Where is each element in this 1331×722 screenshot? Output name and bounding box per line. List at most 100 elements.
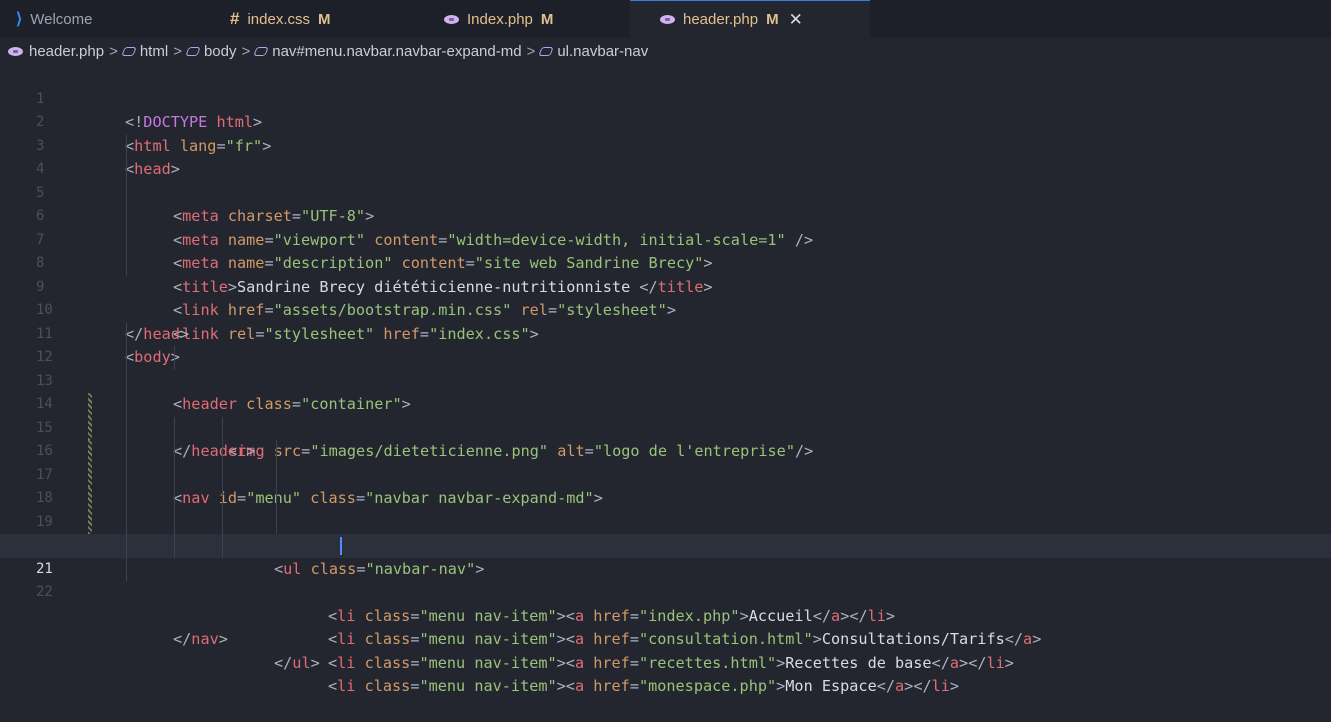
- vscode-icon: ⟩: [16, 11, 23, 28]
- breadcrumb-item[interactable]: nav#menu.navbar.navbar-expand-md: [272, 43, 521, 60]
- code-line[interactable]: 2 <html lang="fr">: [0, 88, 1331, 155]
- element-icon: [538, 46, 554, 56]
- indent-guide: [174, 510, 175, 534]
- indent-guide: [126, 228, 127, 252]
- code-line[interactable]: 9 <link rel="stylesheet" href="index.css…: [0, 252, 1331, 343]
- tab-label: Index.php: [467, 10, 533, 28]
- code-text: <li class="menu nav-item"><a href="index…: [328, 606, 896, 625]
- indent-guide: [126, 557, 127, 581]
- modified-gutter-marker: [88, 393, 92, 417]
- code-text: </ul>: [274, 653, 320, 672]
- breadcrumb-item[interactable]: header.php: [29, 43, 104, 60]
- modified-gutter-marker: [88, 510, 92, 534]
- indent-guide: [126, 181, 127, 205]
- php-icon: [660, 15, 675, 24]
- code-text: </nav>: [173, 630, 228, 648]
- code-line[interactable]: 17 <li class="menu nav-item"><a href="in…: [0, 440, 1331, 625]
- indent-guide: [222, 487, 223, 511]
- code-line[interactable]: 11 <body>: [0, 299, 1331, 367]
- code-line[interactable]: 1 <!DOCTYPE html>: [0, 64, 1331, 132]
- indent-guide: [222, 534, 223, 558]
- indent-guide: [276, 440, 277, 464]
- indent-guide: [126, 440, 127, 464]
- code-text: <li class="menu nav-item"><a href="recet…: [328, 653, 1014, 672]
- code-line[interactable]: 20 <li class="menu nav-item"><a href="mo…: [0, 510, 1331, 695]
- indent-guide: [126, 252, 127, 276]
- indent-guide: [276, 510, 277, 534]
- breadcrumb-item[interactable]: ul.navbar-nav: [557, 43, 648, 60]
- indent-guide: [126, 205, 127, 229]
- tab-header-php[interactable]: header.php M ✕: [630, 0, 870, 38]
- code-line[interactable]: 16 <ul class="navbar-nav">: [0, 416, 1331, 578]
- chevron-right-icon: >: [526, 42, 536, 60]
- tab-label: index.css: [247, 10, 310, 28]
- breadcrumb-item[interactable]: html: [140, 43, 168, 60]
- modified-gutter-marker: [88, 487, 92, 511]
- text-cursor: [340, 537, 342, 555]
- indent-guide: [174, 487, 175, 511]
- indent-guide: [174, 534, 175, 558]
- indent-guide: [276, 487, 277, 511]
- code-line[interactable]: 4 <meta charset="UTF-8">: [0, 134, 1331, 225]
- indent-guide: [174, 346, 175, 370]
- indent-guide: [174, 440, 175, 464]
- close-icon[interactable]: ✕: [789, 10, 803, 30]
- element-icon: [121, 46, 137, 56]
- code-line-current[interactable]: 21 </ul>: [0, 534, 1331, 672]
- chevron-right-icon: >: [173, 42, 182, 60]
- tab-index-php[interactable]: Index.php M: [410, 0, 630, 38]
- code-line[interactable]: 13 <img src="images/dieteticienne.png" a…: [0, 346, 1331, 460]
- code-line[interactable]: 12 <header class="container">: [0, 322, 1331, 413]
- tab-welcome[interactable]: ⟩ Welcome: [0, 0, 190, 38]
- indent-guide: [126, 346, 127, 370]
- modified-gutter-marker: [88, 416, 92, 440]
- code-editor[interactable]: 1 <!DOCTYPE html> 2 <html lang="fr"> 3 <…: [0, 64, 1331, 695]
- indent-guide: [126, 487, 127, 511]
- code-line[interactable]: 22 </nav>: [0, 557, 1331, 648]
- indent-guide: [126, 134, 127, 158]
- code-line[interactable]: 19 <li class="menu nav-item"><a href="re…: [0, 487, 1331, 672]
- modified-badge: M: [318, 10, 331, 28]
- modified-badge: M: [540, 10, 554, 28]
- tab-label: Welcome: [30, 10, 93, 28]
- indent-guide: [126, 510, 127, 534]
- code-line[interactable]: 7 <title>Sandrine Brecy diététicienne-nu…: [0, 205, 1331, 296]
- tab-label: header.php: [683, 11, 759, 28]
- code-line[interactable]: 6 <meta name="description" content="site…: [0, 181, 1331, 272]
- chevron-right-icon: >: [109, 42, 118, 60]
- indent-guide: [174, 463, 175, 487]
- breadcrumb: header.php > html > body > nav#menu.navb…: [0, 38, 1331, 64]
- indent-guide: [174, 416, 175, 440]
- indent-guide: [222, 416, 223, 440]
- modified-badge: M: [766, 11, 779, 28]
- tab-index-css[interactable]: # index.css M: [190, 0, 410, 38]
- indent-guide: [276, 463, 277, 487]
- code-text: <li class="menu nav-item"><a href="mones…: [328, 677, 960, 695]
- modified-gutter-marker: [88, 463, 92, 487]
- indent-guide: [126, 393, 127, 417]
- code-line[interactable]: 8 <link href="assets/bootstrap.min.css" …: [0, 228, 1331, 319]
- element-icon: [185, 46, 201, 56]
- indent-guide: [222, 463, 223, 487]
- indent-guide: [126, 416, 127, 440]
- code-line[interactable]: 15 <nav id="menu" class="navbar navbar-e…: [0, 393, 1331, 507]
- code-text: <li class="menu nav-item"><a href="consu…: [328, 630, 1042, 648]
- indent-guide: [126, 369, 127, 393]
- code-line[interactable]: 18 <li class="menu nav-item"><a href="co…: [0, 463, 1331, 648]
- code-line[interactable]: 3 <head>: [0, 111, 1331, 179]
- chevron-right-icon: >: [241, 42, 251, 60]
- line-number: 22: [36, 584, 53, 600]
- modified-gutter-marker: [88, 440, 92, 464]
- indent-guide: [126, 463, 127, 487]
- indent-guide: [126, 534, 127, 558]
- element-icon: [253, 46, 269, 56]
- code-line[interactable]: 10 </head>: [0, 276, 1331, 343]
- code-line[interactable]: 5 <meta name="viewport" content="width=d…: [0, 158, 1331, 249]
- indent-guide: [222, 510, 223, 534]
- breadcrumb-item[interactable]: body: [204, 43, 237, 60]
- hash-icon: #: [230, 9, 240, 28]
- editor-tab-bar: ⟩ Welcome # index.css M Index.php M head…: [0, 0, 1331, 38]
- code-line[interactable]: 14 </header>: [0, 369, 1331, 460]
- indent-guide: [222, 440, 223, 464]
- php-icon: [444, 14, 459, 24]
